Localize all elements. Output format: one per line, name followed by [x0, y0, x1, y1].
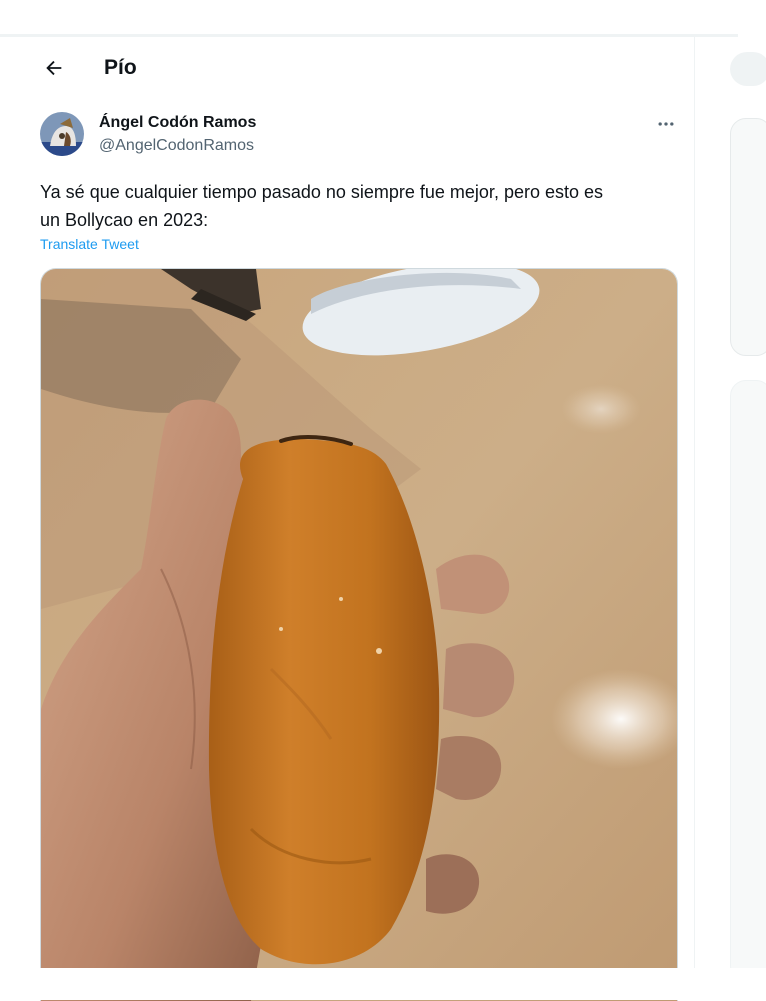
right-sidebar-card-trends [730, 380, 766, 982]
tweet-text-line-1: Ya sé que cualquier tiempo pasado no sie… [40, 182, 604, 202]
more-button[interactable] [652, 112, 680, 136]
tweet-text: Ya sé que cualquier tiempo pasado no sie… [40, 178, 670, 234]
user-avatar-image [40, 112, 84, 156]
tweet-photo[interactable] [40, 268, 678, 1001]
avatar[interactable] [40, 112, 84, 156]
right-sidebar-card [730, 118, 766, 356]
more-horizontal-icon [658, 122, 674, 126]
back-button[interactable] [36, 50, 72, 86]
photo-hand-holding-bollycao [41, 269, 677, 1001]
author-handle[interactable]: @AngelCodonRamos [99, 137, 254, 155]
arrow-left-icon [46, 60, 62, 76]
left-sidebar [0, 37, 23, 1000]
tweet-text-line-2: un Bollycao en 2023: [40, 210, 209, 230]
bottom-whitespace [0, 968, 766, 1000]
right-search-box[interactable] [730, 52, 766, 86]
tweet-page-header: Pío [22, 44, 694, 94]
top-bar [0, 0, 738, 37]
author-name[interactable]: Ángel Codón Ramos [99, 114, 256, 132]
translate-tweet-link[interactable]: Translate Tweet [40, 236, 139, 252]
page-title: Pío [104, 56, 137, 79]
